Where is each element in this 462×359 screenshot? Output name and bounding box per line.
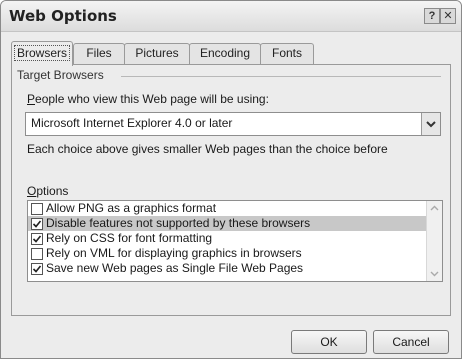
chevron-down-icon[interactable] bbox=[427, 266, 442, 281]
people-label-text: eople who view this Web page will be usi… bbox=[35, 92, 269, 106]
browser-choice-note: Each choice above gives smaller Web page… bbox=[27, 142, 388, 156]
option-label: Allow PNG as a graphics format bbox=[46, 201, 217, 215]
people-label: People who view this Web page will be us… bbox=[27, 92, 269, 106]
tab-label: Files bbox=[86, 46, 112, 60]
checkbox[interactable] bbox=[31, 263, 43, 275]
option-label: Disable features not supported by these … bbox=[46, 216, 311, 230]
options-label-hotkey: O bbox=[27, 184, 37, 198]
tab-files[interactable]: Files bbox=[73, 43, 125, 64]
option-label: Rely on VML for displaying graphics in b… bbox=[46, 246, 302, 260]
option-rely-on-vml[interactable]: Rely on VML for displaying graphics in b… bbox=[28, 246, 426, 261]
help-icon[interactable]: ? bbox=[424, 8, 440, 24]
chevron-up-icon[interactable] bbox=[427, 201, 442, 216]
dialog-title: Web Options bbox=[9, 7, 117, 25]
chevron-down-icon[interactable] bbox=[421, 113, 440, 135]
tab-label: Fonts bbox=[271, 46, 302, 60]
checkmark-icon bbox=[32, 220, 42, 228]
close-icon[interactable]: ✕ bbox=[440, 8, 456, 24]
option-rely-on-css[interactable]: Rely on CSS for font formatting bbox=[28, 231, 426, 246]
tab-encoding[interactable]: Encoding bbox=[189, 43, 261, 64]
options-label: Options bbox=[27, 184, 68, 198]
tab-label: Pictures bbox=[135, 46, 179, 60]
option-label: Rely on CSS for font formatting bbox=[46, 231, 213, 245]
checkmark-icon bbox=[32, 265, 42, 273]
tab-label: Encoding bbox=[199, 46, 251, 60]
option-allow-png[interactable]: Allow PNG as a graphics format bbox=[28, 201, 426, 216]
target-browsers-group-title: Target Browsers bbox=[17, 68, 104, 82]
options-list[interactable]: Allow PNG as a graphics format Disable f… bbox=[27, 200, 443, 282]
group-divider bbox=[121, 76, 441, 77]
title-bar[interactable]: Web Options ? ✕ bbox=[1, 1, 461, 32]
option-disable-unsupported-features[interactable]: Disable features not supported by these … bbox=[28, 216, 426, 231]
ok-button[interactable]: OK bbox=[291, 330, 367, 354]
web-options-dialog: Web Options ? ✕ Browsers Files Pictures … bbox=[0, 0, 462, 359]
target-browser-select[interactable]: Microsoft Internet Explorer 4.0 or later bbox=[25, 112, 441, 136]
people-label-hotkey: P bbox=[27, 92, 36, 106]
tab-browsers[interactable]: Browsers bbox=[11, 41, 73, 66]
checkbox[interactable] bbox=[31, 218, 43, 230]
checkbox[interactable] bbox=[31, 203, 43, 215]
tab-pictures[interactable]: Pictures bbox=[124, 43, 190, 64]
option-single-file-web-pages[interactable]: Save new Web pages as Single File Web Pa… bbox=[28, 261, 426, 276]
tab-fonts[interactable]: Fonts bbox=[260, 43, 314, 64]
cancel-button[interactable]: Cancel bbox=[373, 330, 449, 354]
vertical-scrollbar[interactable] bbox=[426, 201, 442, 281]
checkbox[interactable] bbox=[31, 233, 43, 245]
tab-label: Browsers bbox=[13, 45, 70, 61]
options-label-text: ptions bbox=[36, 184, 69, 198]
checkmark-icon bbox=[32, 235, 42, 243]
checkbox[interactable] bbox=[31, 248, 43, 260]
select-value: Microsoft Internet Explorer 4.0 or later bbox=[31, 116, 233, 130]
option-label: Save new Web pages as Single File Web Pa… bbox=[46, 261, 304, 275]
